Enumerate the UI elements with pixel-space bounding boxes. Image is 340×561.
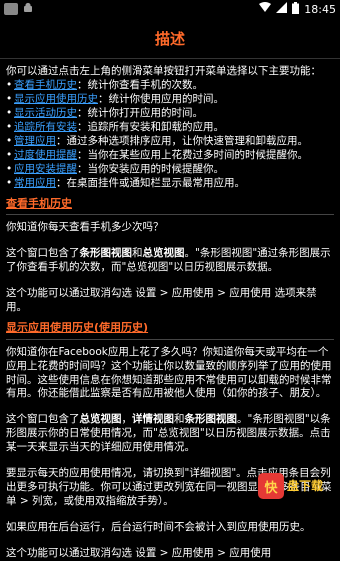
feature-item: • 显示活动历史：统计你打开应用的时间。 [6,106,203,119]
feature-item: • 应用安装提醒：当你安装应用的时候提醒你。 [6,162,224,175]
feature-desc: ：追踪所有安装和卸载的应用。 [77,120,224,133]
feature-item: • 过度使用提醒：当你在某些应用上花费过多时间的时候提醒你。 [6,148,308,161]
section-heading-phone-history: 查看手机历史 [6,196,72,210]
feature-link[interactable]: 显示活动历史 [14,107,77,119]
feature-item: • 常用应用：在桌面挂件或通知栏显示最常用应用。 [6,176,245,189]
feature-list: • 查看手机历史：统计你查看手机的次数。 • 显示应用使用历史：统计你使用应用的时间… [6,79,334,191]
section2-paragraph: 这个窗口包含了总览视图，详情视图和条形图视图。"条形图视图"以条形图展示你的日常… [6,413,331,454]
app-notification-icon [4,3,18,15]
feature-link[interactable]: 应用安装提醒 [14,163,77,175]
section1-disable-note: 这个功能可以通过取消勾选 设置 > 应用使用 > 应用使用 选项来禁用。 [6,287,317,314]
status-left [4,2,34,17]
feature-desc: ：通过多种选项排序应用，让你快速管理和卸载应用。 [56,134,308,147]
signal-icon [276,2,288,16]
section-heading-app-usage: 显示应用使用历史(使用历史) [6,320,149,334]
status-right: 18:45 [259,1,336,17]
section1-paragraph: 这个窗口包含了条形图视图和总览视图。"条形图视图"通过条形图展示了你查看手机的次… [6,247,331,274]
status-bar: 18:45 [0,0,340,18]
watermark-logo: 快 盘下载 [258,471,334,501]
wifi-icon [259,2,272,16]
watermark-badge: 快 [258,473,284,499]
feature-desc: ：统计你使用应用的时间。 [98,92,224,105]
feature-item: • 查看手机历史：统计你查看手机的次数。 [6,78,203,91]
feature-link[interactable]: 显示应用使用历史 [14,93,98,105]
feature-link[interactable]: 追踪所有安装 [14,121,77,133]
feature-item: • 显示应用使用历史：统计你使用应用的时间。 [6,92,224,105]
feature-link[interactable]: 常用应用 [14,177,56,189]
feature-desc: ：统计你查看手机的次数。 [77,78,203,91]
android-icon [22,2,34,17]
feature-link[interactable]: 查看手机历史 [14,79,77,91]
page-title: 描述 [154,29,185,48]
intro-text: 你可以通过点击左上角的侧滑菜单按钮打开菜单选择以下主要功能： [6,65,321,77]
battery-icon [292,1,300,17]
feature-link[interactable]: 管理应用 [14,135,56,147]
section2-paragraph: 你知道你在Facebook应用上花了多久吗？你知道你每天或平均在一个应用上花费的… [6,345,332,400]
watermark-text: 盘下载 [287,479,324,493]
clock: 18:45 [304,2,336,16]
feature-link[interactable]: 过度使用提醒 [14,149,77,161]
feature-desc: ：当你安装应用的时候提醒你。 [77,162,224,175]
section1-question: 你知道你每天查看手机多少次吗？ [6,221,164,234]
feature-item: • 管理应用：通过多种选项排序应用，让你快速管理和卸载应用。 [6,134,308,147]
divider [6,214,334,216]
section2-paragraph: 如果应用在后台运行，后台运行时间不会被计入到应用使用历史。 [6,521,311,534]
feature-desc: ：在桌面挂件或通知栏显示最常用应用。 [56,176,245,189]
feature-desc: ：当你在某些应用上花费过多时间的时候提醒你。 [77,148,308,161]
feature-desc: ：统计你打开应用的时间。 [77,106,203,119]
divider [6,338,334,340]
title-bar: 描述 [0,18,340,59]
section2-disable-note: 这个功能可以通过取消勾选 设置 > 应用使用 > 应用使用 [6,547,272,560]
feature-item: • 追踪所有安装：追踪所有安装和卸载的应用。 [6,120,224,133]
